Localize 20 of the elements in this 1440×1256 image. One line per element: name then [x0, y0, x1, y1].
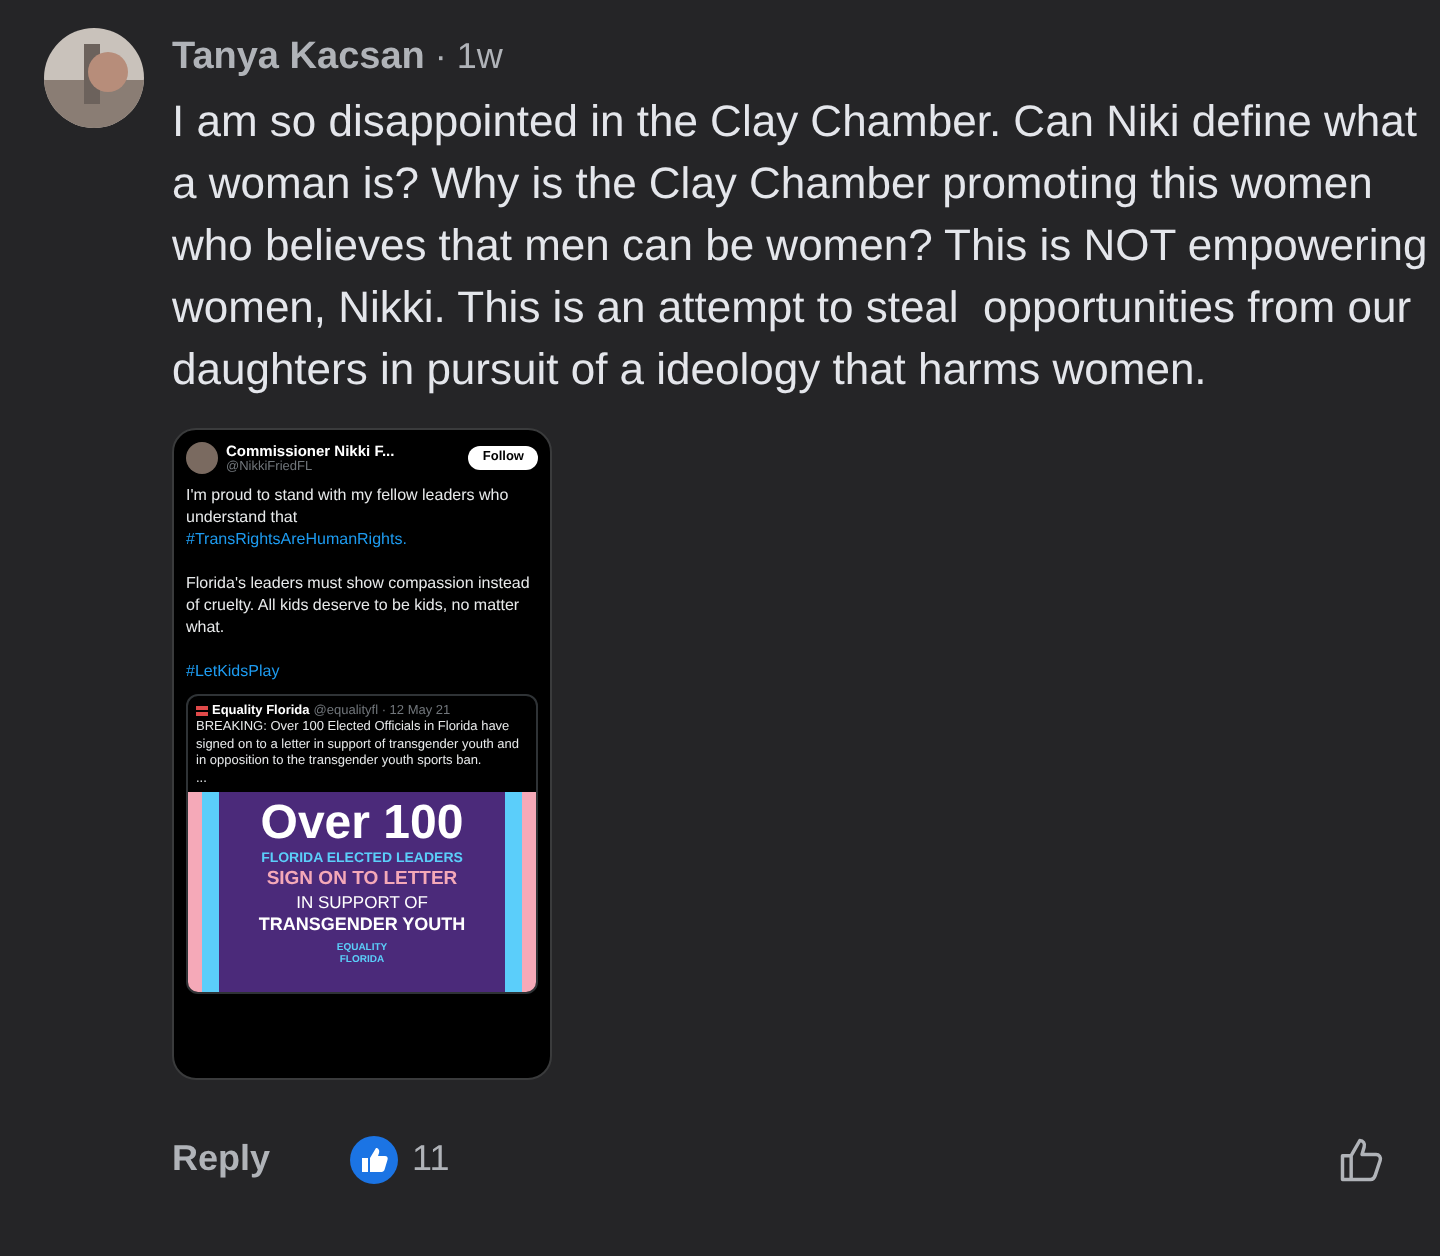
hashtag-link[interactable]: #TransRightsAreHumanRights. [186, 527, 538, 549]
reply-button[interactable]: Reply [172, 1132, 271, 1186]
banner-line: IN SUPPORT OF [296, 891, 428, 914]
hashtag-link[interactable]: #LetKidsPlay [186, 659, 538, 681]
like-icon [350, 1135, 399, 1183]
comment-time: · 1w [434, 34, 503, 80]
banner-line: SIGN ON TO LETTER [266, 867, 458, 892]
author-name[interactable]: Tanya Kacsan [172, 30, 425, 87]
comment-text: I am so disappointed in the Clay Chamber. Can Niki define what a woman is? Why is the Clay Chamber promoting this women who believes that men can be women? This is NOT empowering women, Nikki. This is an attempt to steal opportunities from our daughters in pursuit of a ideology that harms women. [172, 93, 1430, 398]
avatar[interactable] [44, 28, 144, 128]
post-text: I'm proud to stand with my fellow leaders who understand that [186, 483, 511, 527]
quoted-post[interactable] [186, 693, 538, 994]
like-count: 11 [412, 1136, 450, 1182]
like-icon[interactable] [1336, 1134, 1388, 1186]
banner-headline: Over 100 [260, 795, 464, 850]
avatar [186, 442, 218, 474]
flag-icon [196, 705, 208, 716]
banner-line: TRANSGENDER YOUTH [258, 913, 466, 936]
post-text: Florida's leaders must show compassion instead of cruelty. All kids deserve to be kids, no matter what. [186, 571, 532, 637]
screenshot-card[interactable] [172, 427, 552, 1079]
